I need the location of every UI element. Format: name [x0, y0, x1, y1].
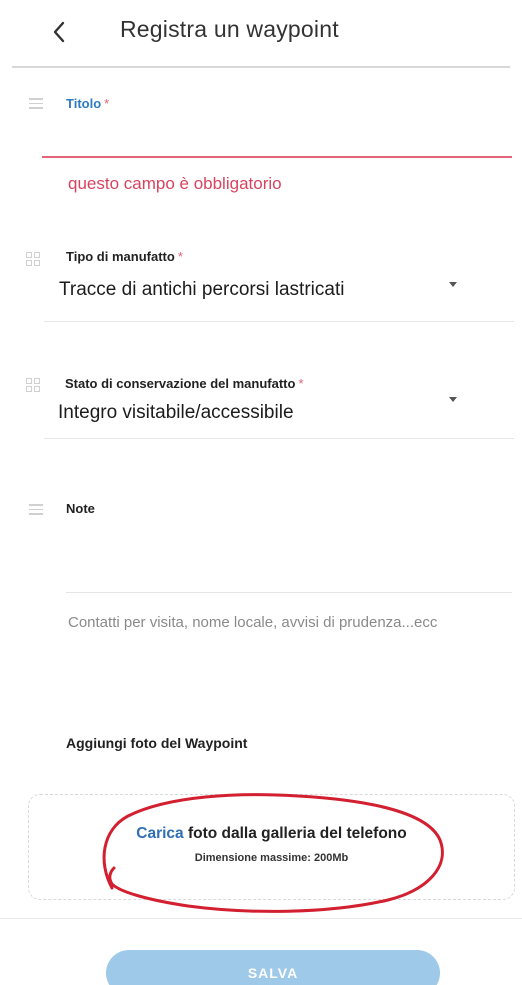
- titolo-error-message: questo campo è obbligatorio: [68, 174, 282, 193]
- caret-down-icon: [449, 397, 457, 402]
- header-divider: [12, 66, 510, 68]
- page-title: Registra un waypoint: [120, 16, 339, 42]
- photos-section-title: Aggiungi foto del Waypoint: [66, 735, 248, 751]
- back-button[interactable]: [44, 14, 74, 50]
- upload-size-limit: Dimensione massime: 200Mb: [194, 852, 349, 864]
- stato-conservazione-select[interactable]: Stato di conservazione del manufatto * In…: [42, 372, 512, 438]
- save-button[interactable]: SALVA: [106, 950, 440, 985]
- photo-upload-dropzone[interactable]: Carica foto dalla galleria del telefono …: [28, 794, 515, 900]
- stato-conservazione-value: Integro visitabile/accessibile: [58, 402, 294, 423]
- titolo-label-text: Titolo: [66, 96, 102, 111]
- titolo-underline-error: [42, 156, 512, 158]
- caret-down-icon: [449, 282, 457, 287]
- required-mark: *: [104, 96, 110, 111]
- titolo-label: Titolo *: [66, 96, 109, 111]
- stato-conservazione-underline: [44, 438, 514, 439]
- grid-icon: [26, 378, 40, 392]
- text-lines-icon: [29, 504, 43, 518]
- tipo-manufatto-select[interactable]: Tipo di manufatto * Tracce di antichi per…: [42, 245, 512, 321]
- tipo-manufatto-label-text: Tipo di manufatto: [66, 249, 175, 264]
- grid-icon: [26, 252, 40, 266]
- required-mark: *: [298, 376, 304, 391]
- note-placeholder: Contatti per visita, nome locale, avvisi…: [68, 614, 438, 631]
- upload-text: foto dalla galleria del telefono: [187, 825, 407, 842]
- stato-conservazione-label: Stato di conservazione del manufatto *: [65, 376, 304, 391]
- upload-link[interactable]: Carica: [136, 825, 183, 842]
- bottom-divider: [0, 918, 522, 919]
- note-underline: [66, 592, 512, 593]
- waypoint-form-screen: Registra un waypoint Titolo * questo camp…: [0, 0, 522, 985]
- chevron-left-icon: [53, 21, 65, 43]
- app-header: Registra un waypoint: [0, 0, 522, 66]
- note-label: Note: [66, 501, 95, 516]
- upload-instructions: Carica foto dalla galleria del telefono: [29, 825, 514, 843]
- required-mark: *: [177, 249, 183, 264]
- titolo-input[interactable]: [42, 112, 512, 156]
- tipo-manufatto-label: Tipo di manufatto *: [66, 249, 183, 264]
- tipo-manufatto-value: Tracce di antichi percorsi lastricati: [59, 279, 345, 300]
- text-lines-icon: [29, 98, 43, 112]
- note-textarea[interactable]: [66, 520, 510, 590]
- tipo-manufatto-underline: [44, 321, 514, 322]
- stato-conservazione-label-text: Stato di conservazione del manufatto: [65, 376, 296, 391]
